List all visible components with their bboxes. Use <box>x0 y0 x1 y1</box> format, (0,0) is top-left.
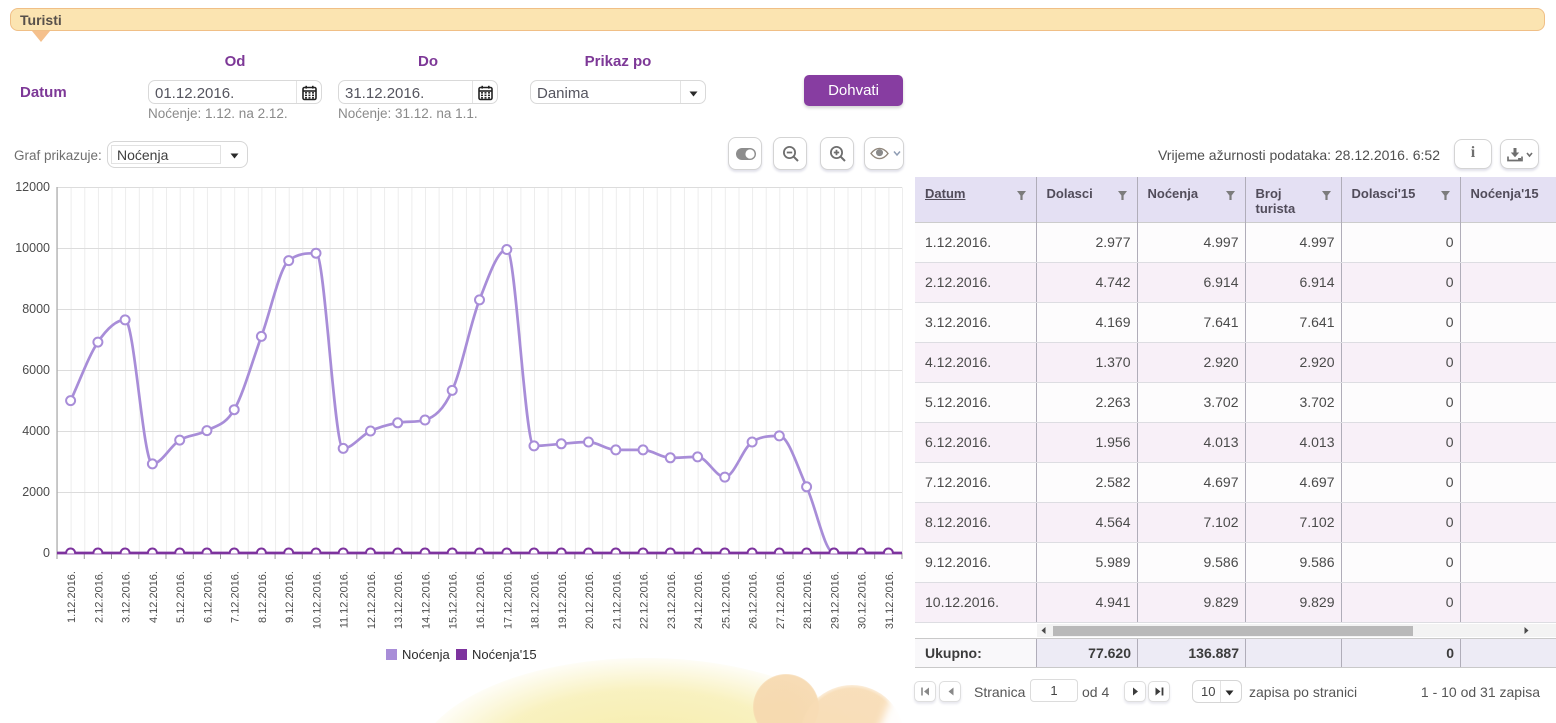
svg-text:10000: 10000 <box>15 241 50 255</box>
svg-text:30.12.2016.: 30.12.2016. <box>857 571 869 629</box>
svg-text:14.12.2016.: 14.12.2016. <box>421 571 433 629</box>
svg-text:Noćenja'15: Noćenja'15 <box>472 647 537 662</box>
svg-text:1.12.2016.: 1.12.2016. <box>66 571 78 623</box>
svg-text:7.12.2016.: 7.12.2016. <box>230 571 242 623</box>
svg-text:4000: 4000 <box>22 424 50 438</box>
svg-text:5.12.2016.: 5.12.2016. <box>175 571 187 623</box>
svg-text:4.12.2016.: 4.12.2016. <box>148 571 160 623</box>
svg-text:28.12.2016.: 28.12.2016. <box>802 571 814 629</box>
svg-text:18.12.2016.: 18.12.2016. <box>530 571 542 629</box>
svg-text:9.12.2016.: 9.12.2016. <box>284 571 296 623</box>
svg-text:21.12.2016.: 21.12.2016. <box>611 571 623 629</box>
svg-text:13.12.2016.: 13.12.2016. <box>393 571 405 629</box>
svg-text:11.12.2016.: 11.12.2016. <box>339 571 351 628</box>
svg-text:2000: 2000 <box>22 485 50 499</box>
svg-text:23.12.2016.: 23.12.2016. <box>666 571 678 629</box>
svg-text:Noćenja: Noćenja <box>402 647 450 662</box>
svg-text:16.12.2016.: 16.12.2016. <box>475 571 487 629</box>
svg-text:20.12.2016.: 20.12.2016. <box>584 571 596 629</box>
svg-text:22.12.2016.: 22.12.2016. <box>639 571 651 629</box>
svg-text:25.12.2016.: 25.12.2016. <box>720 571 732 629</box>
svg-text:3.12.2016.: 3.12.2016. <box>121 571 133 623</box>
svg-text:29.12.2016.: 29.12.2016. <box>829 571 841 629</box>
svg-text:10.12.2016.: 10.12.2016. <box>312 571 324 629</box>
svg-text:24.12.2016.: 24.12.2016. <box>693 571 705 629</box>
svg-text:31.12.2016.: 31.12.2016. <box>884 571 896 629</box>
svg-text:27.12.2016.: 27.12.2016. <box>775 571 787 629</box>
svg-text:15.12.2016.: 15.12.2016. <box>448 571 460 629</box>
svg-text:6000: 6000 <box>22 363 50 377</box>
svg-text:19.12.2016.: 19.12.2016. <box>557 571 569 629</box>
svg-text:8.12.2016.: 8.12.2016. <box>257 571 269 623</box>
svg-text:6.12.2016.: 6.12.2016. <box>202 571 214 623</box>
svg-text:0: 0 <box>43 546 50 560</box>
svg-text:17.12.2016.: 17.12.2016. <box>502 571 514 629</box>
svg-text:12000: 12000 <box>15 180 50 194</box>
svg-text:2.12.2016.: 2.12.2016. <box>93 571 105 623</box>
svg-text:26.12.2016.: 26.12.2016. <box>748 571 760 629</box>
svg-text:12.12.2016.: 12.12.2016. <box>366 571 378 629</box>
svg-text:8000: 8000 <box>22 302 50 316</box>
